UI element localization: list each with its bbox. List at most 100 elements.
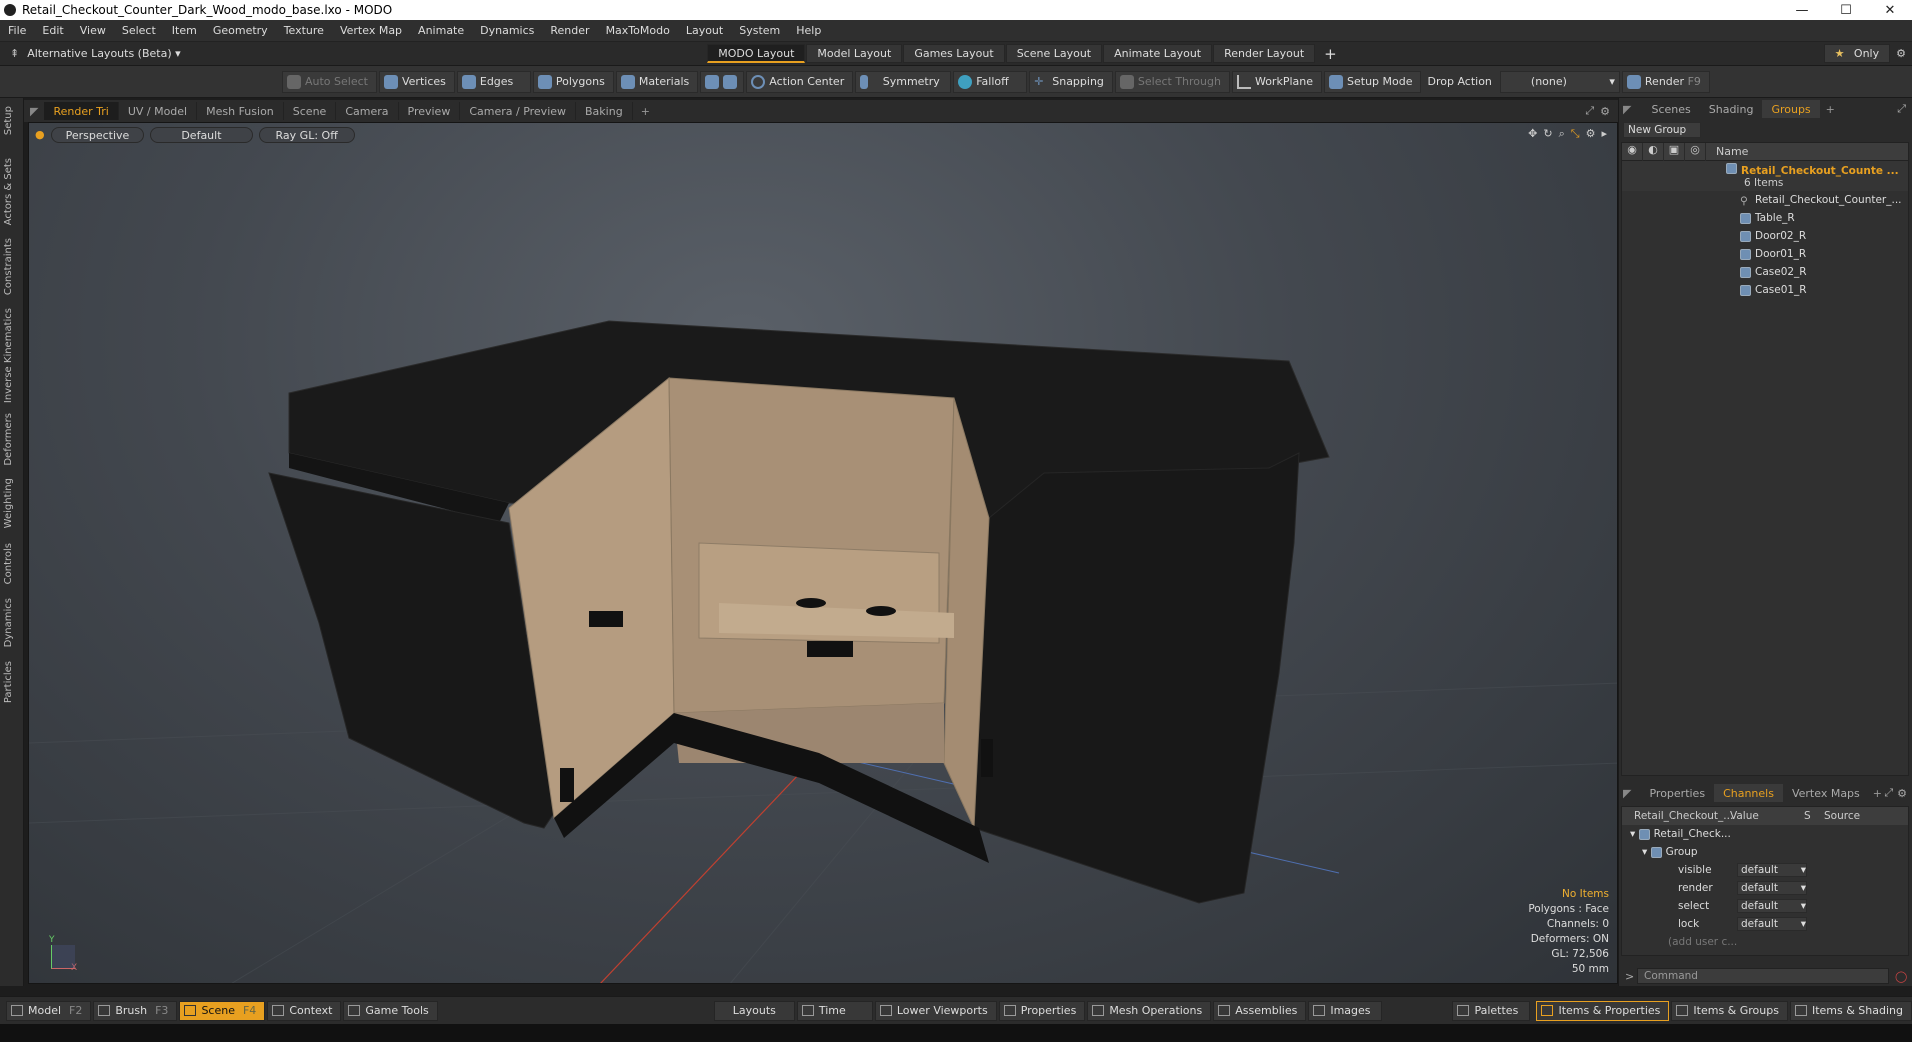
menu-view[interactable]: View: [72, 24, 114, 37]
tab-baking[interactable]: Baking: [576, 102, 633, 120]
tab-scenes[interactable]: Scenes: [1635, 100, 1699, 118]
falloff-button[interactable]: Falloff: [953, 70, 1028, 93]
add-tab-button[interactable]: +: [641, 105, 650, 118]
tab-camera-preview[interactable]: Camera / Preview: [460, 102, 577, 120]
tab-render-layout[interactable]: Render Layout: [1213, 44, 1316, 63]
gear-icon[interactable]: ⚙: [1896, 47, 1906, 60]
lefttab-inverse-kinematics[interactable]: Inverse Kinematics: [3, 308, 14, 403]
lower-expand-icon[interactable]: ⤢: [1884, 786, 1893, 800]
menu-item[interactable]: Item: [164, 24, 205, 37]
tab-scene[interactable]: Scene: [284, 102, 337, 120]
fit-icon[interactable]: ⤡: [1571, 127, 1580, 141]
select-through-button[interactable]: Select Through: [1114, 70, 1230, 93]
select-icon[interactable]: ◎: [1685, 142, 1706, 161]
tab-channels[interactable]: Channels: [1714, 784, 1783, 802]
channel-value-dropdown[interactable]: default ▾: [1737, 899, 1807, 913]
workplane-button[interactable]: WorkPlane: [1231, 70, 1322, 93]
command-input[interactable]: Command: [1637, 968, 1889, 984]
table-row[interactable]: visible default ▾: [1622, 861, 1908, 879]
tab-scene-layout[interactable]: Scene Layout: [1005, 44, 1103, 63]
list-item[interactable]: Case02_R: [1622, 263, 1908, 281]
items-groups-button[interactable]: Items & Groups: [1671, 1000, 1788, 1021]
mesh-operations-button[interactable]: Mesh Operations: [1087, 1000, 1212, 1021]
assemblies-button[interactable]: Assemblies: [1213, 1000, 1307, 1021]
menu-dynamics[interactable]: Dynamics: [472, 24, 542, 37]
tab-animate-layout[interactable]: Animate Layout: [1103, 44, 1213, 63]
tab-preview[interactable]: Preview: [399, 102, 461, 120]
tab-vertex-maps[interactable]: Vertex Maps: [1783, 784, 1869, 802]
symmetry-button[interactable]: Symmetry: [855, 70, 952, 93]
items-shading-button[interactable]: Items & Shading: [1789, 1000, 1912, 1021]
menu-animate[interactable]: Animate: [410, 24, 472, 37]
zoom-icon[interactable]: ⌕: [1559, 127, 1565, 141]
move-icon[interactable]: ✥: [1528, 127, 1537, 141]
list-item[interactable]: Door01_R: [1622, 245, 1908, 263]
command-status-icon[interactable]: ◯: [1895, 970, 1907, 983]
menu-select[interactable]: Select: [114, 24, 164, 37]
lower-panel-menu-icon[interactable]: ◤: [1623, 787, 1631, 800]
menu-texture[interactable]: Texture: [276, 24, 332, 37]
new-group-button[interactable]: New Group: [1623, 122, 1701, 138]
action-center-button[interactable]: Action Center: [746, 70, 854, 93]
lefttab-constraints[interactable]: Constraints: [3, 238, 14, 295]
items-properties-button[interactable]: Items & Properties: [1536, 1000, 1670, 1021]
3d-viewport[interactable]: ● Perspective Default Ray GL: Off ✥ ↻ ⌕ …: [28, 122, 1618, 984]
palettes-button[interactable]: Palettes: [1452, 1000, 1531, 1021]
tab-camera[interactable]: Camera: [336, 102, 399, 120]
game-tools-button[interactable]: Game Tools: [343, 1000, 438, 1021]
list-item[interactable]: Case01_R: [1622, 281, 1908, 299]
snapping-button[interactable]: ✛ Snapping: [1029, 70, 1113, 93]
menu-layout[interactable]: Layout: [678, 24, 731, 37]
tab-properties[interactable]: Properties: [1635, 784, 1714, 802]
table-row[interactable]: select default ▾: [1622, 897, 1908, 915]
view-style-dropdown[interactable]: Default: [150, 127, 253, 143]
tab-render-tri[interactable]: Render Tri: [44, 102, 119, 120]
right-panel-menu-icon[interactable]: ◤: [1623, 103, 1631, 116]
tab-uv-model[interactable]: UV / Model: [119, 102, 198, 120]
viewport-gear-icon[interactable]: ⚙: [1600, 105, 1610, 118]
channel-s-header[interactable]: S: [1804, 810, 1824, 822]
channel-value-dropdown[interactable]: default ▾: [1737, 917, 1807, 931]
menu-geometry[interactable]: Geometry: [205, 24, 276, 37]
images-button[interactable]: Images: [1308, 1000, 1383, 1021]
brush-button[interactable]: Brush F3: [93, 1000, 178, 1021]
channel-value-header[interactable]: Value: [1730, 810, 1804, 822]
list-item[interactable]: Table_R: [1622, 209, 1908, 227]
properties-button[interactable]: Properties: [998, 1000, 1086, 1021]
lefttab-setup[interactable]: Setup: [3, 106, 14, 135]
scene-button[interactable]: Scene F4: [179, 1000, 266, 1021]
minimize-button[interactable]: —: [1780, 0, 1824, 20]
only-toggle[interactable]: ★ Only: [1823, 44, 1891, 63]
context-button[interactable]: Context: [267, 1000, 342, 1021]
tab-groups[interactable]: Groups: [1762, 100, 1820, 118]
tab-shading[interactable]: Shading: [1700, 100, 1763, 118]
lefttab-deformers[interactable]: Deformers: [3, 413, 14, 466]
ray-gl-toggle[interactable]: Ray GL: Off: [258, 127, 355, 143]
vertices-button[interactable]: Vertices: [378, 70, 455, 93]
viewport-settings-icon[interactable]: ⚙: [1586, 127, 1596, 141]
tab-games-layout[interactable]: Games Layout: [903, 44, 1005, 63]
menu-maxtomodo[interactable]: MaxToModo: [598, 24, 678, 37]
menu-vertex-map[interactable]: Vertex Map: [332, 24, 410, 37]
lefttab-dynamics[interactable]: Dynamics: [3, 598, 14, 647]
setup-mode-button[interactable]: Setup Mode: [1324, 70, 1422, 93]
list-item[interactable]: Door02_R: [1622, 227, 1908, 245]
edges-button[interactable]: Edges: [456, 70, 531, 93]
polygons-button[interactable]: Polygons: [532, 70, 614, 93]
render-toggle-icon[interactable]: ◐: [1643, 142, 1664, 161]
eye-icon[interactable]: ◉: [1622, 142, 1643, 161]
panel-expand-icon[interactable]: ⤢: [1897, 102, 1906, 116]
close-button[interactable]: ✕: [1868, 0, 1912, 20]
drop-action-dropdown[interactable]: (none) ▾: [1499, 70, 1620, 93]
render-button[interactable]: Render F9: [1621, 70, 1710, 93]
add-panel-tab-button[interactable]: +: [1826, 103, 1835, 116]
tab-model-layout[interactable]: Model Layout: [806, 44, 903, 63]
maximize-button[interactable]: ☐: [1824, 0, 1868, 20]
lefttab-weighting[interactable]: Weighting: [3, 478, 14, 528]
shield-toggle-button[interactable]: [700, 70, 745, 93]
alt-layouts-dropdown[interactable]: Alternative Layouts (Beta) ▾: [27, 47, 707, 60]
menu-help[interactable]: Help: [788, 24, 829, 37]
table-row[interactable]: render default ▾: [1622, 879, 1908, 897]
expand-icon[interactable]: ⤢: [1585, 104, 1594, 118]
channel-source-header[interactable]: Source: [1824, 810, 1860, 822]
